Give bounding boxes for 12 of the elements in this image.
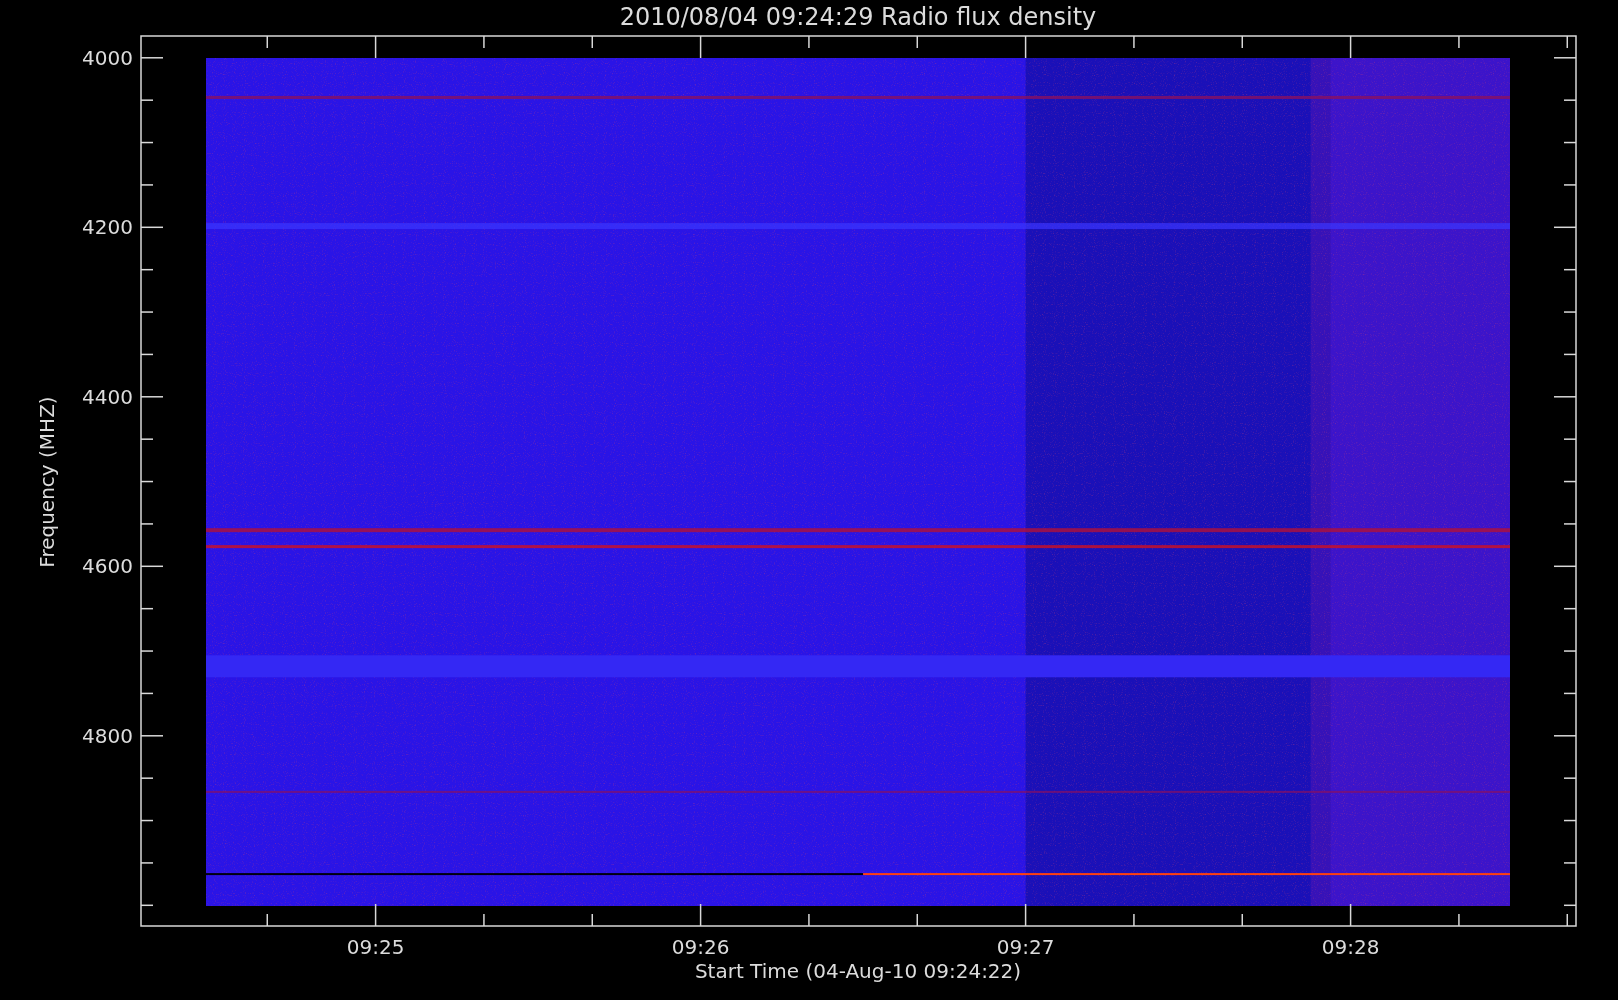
y-tick-label: 4200 [82,215,133,240]
x-tick-label: 09:27 [996,935,1055,959]
chart-title: 2010/08/04 09:24:29 Radio flux density [619,3,1097,31]
y-tick-label: 4400 [82,384,133,409]
y-axis-label: Frequency (MHZ) [35,396,59,568]
y-tick-label: 4000 [82,45,133,70]
x-tick-label: 09:26 [671,935,730,959]
x-tick-label: 09:28 [1321,935,1380,959]
y-tick-label: 4800 [82,723,133,748]
x-tick-label: 09:25 [346,935,405,959]
x-axis-label: Start Time (04-Aug-10 09:24:22) [694,959,1022,983]
y-tick-label: 4600 [82,554,133,579]
